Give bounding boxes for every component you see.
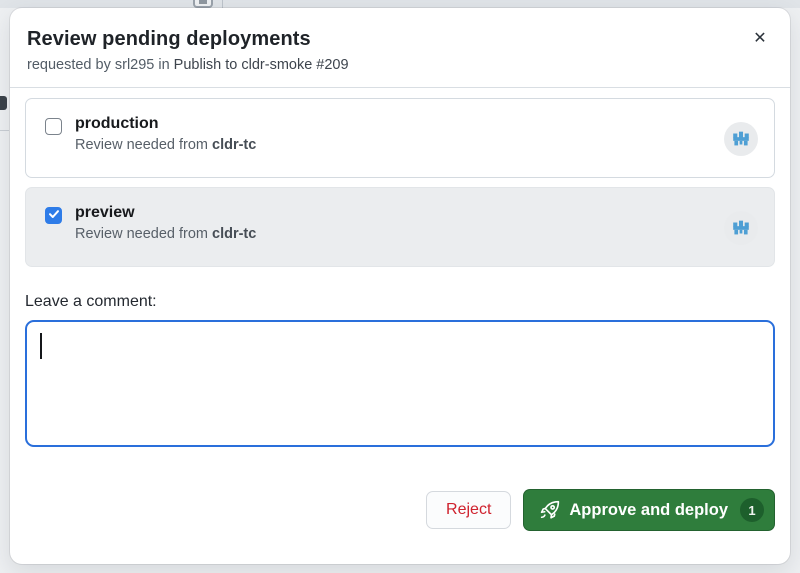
environment-info: preview Review needed from cldr-tc — [75, 204, 256, 242]
text-cursor — [40, 333, 42, 359]
checkmark-icon — [48, 207, 60, 225]
dialog-title: Review pending deployments — [27, 28, 311, 50]
dialog-body: production Review needed from cldr-tc pr… — [10, 88, 790, 564]
dialog-subtitle: requested by srl295 in Publish to cldr-sm… — [27, 57, 774, 73]
subtitle-workflow-run: Publish to cldr-smoke #209 — [173, 57, 349, 73]
environment-info: production Review needed from cldr-tc — [75, 115, 256, 153]
production-checkbox[interactable] — [45, 118, 62, 135]
preview-checkbox[interactable] — [45, 207, 62, 224]
environment-row-preview[interactable]: preview Review needed from cldr-tc — [25, 187, 775, 267]
dialog-footer: Reject Approve and deploy 1 — [25, 489, 775, 543]
approve-button-label: Approve and deploy — [569, 500, 728, 519]
review-needed-text: Review needed from — [75, 226, 208, 242]
background-divider-line — [222, 0, 223, 8]
review-deployments-dialog: Review pending deployments requested by … — [10, 8, 790, 564]
review-needed-text: Review needed from — [75, 137, 208, 153]
comment-field-wrap — [25, 320, 775, 447]
cldr-team-avatar — [724, 210, 758, 245]
rocket-icon — [540, 500, 560, 520]
comment-label: Leave a comment: — [25, 293, 157, 310]
environment-name: production — [75, 115, 159, 132]
environment-review-text: Review needed from cldr-tc — [75, 137, 256, 153]
approve-and-deploy-button[interactable]: Approve and deploy 1 — [523, 489, 775, 531]
selected-count-badge: 1 — [740, 498, 764, 522]
cldr-team-avatar — [724, 121, 758, 156]
subtitle-requested-by: requested by srl295 in — [27, 57, 170, 73]
background-top-band — [0, 0, 800, 8]
environment-row-production[interactable]: production Review needed from cldr-tc — [25, 98, 775, 178]
dialog-header: Review pending deployments requested by … — [10, 8, 790, 88]
environment-review-text: Review needed from cldr-tc — [75, 226, 256, 242]
background-partial-icon — [193, 0, 213, 8]
team-name: cldr-tc — [212, 137, 257, 153]
environment-name: preview — [75, 204, 135, 221]
background-partial-icon-bar — [199, 0, 207, 4]
close-icon[interactable]: ✕ — [748, 26, 772, 50]
team-name: cldr-tc — [212, 226, 257, 242]
comment-textarea[interactable] — [25, 320, 775, 447]
reject-button[interactable]: Reject — [426, 491, 512, 529]
page-background: Review pending deployments requested by … — [0, 0, 800, 573]
background-left-line — [0, 130, 9, 131]
background-left-mark — [0, 96, 7, 110]
